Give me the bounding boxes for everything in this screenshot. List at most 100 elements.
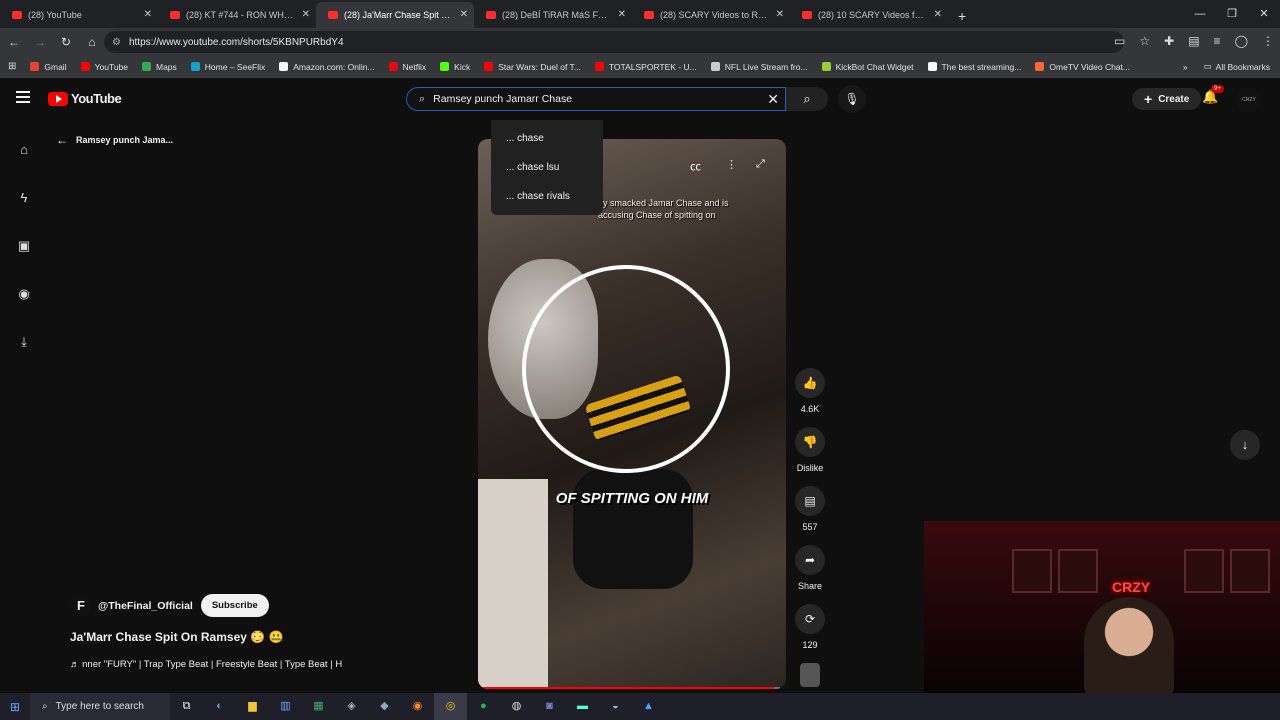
site-info-icon[interactable]: ⚙ <box>112 37 121 48</box>
app-icon[interactable]: ▥ <box>269 693 302 720</box>
browser-tab[interactable]: (28) SCARY Videos to RUIN You✕ <box>632 2 790 28</box>
steam-icon[interactable]: ◒ <box>599 693 632 720</box>
browser-tab[interactable]: (28) YouTube ✕ <box>0 2 158 28</box>
menu-kebab-icon[interactable]: ⋮ <box>1262 34 1274 48</box>
all-bookmarks[interactable]: » ▭ All Bookmarks <box>1183 61 1270 72</box>
media-control-icon[interactable]: ≡ <box>1214 34 1221 48</box>
video-progress-bar[interactable] <box>478 687 780 689</box>
browser-tab[interactable]: (28) 10 SCARY Videos for NO S✕ <box>790 2 948 28</box>
like-button[interactable]: 👍 4.6K <box>792 368 828 414</box>
close-tab-icon[interactable]: ✕ <box>460 9 468 20</box>
windows-start-icon[interactable]: ⊞ <box>0 700 30 714</box>
youtube-logo[interactable]: YouTube <box>48 91 122 106</box>
profile-icon[interactable]: ◯ <box>1235 34 1248 48</box>
app-icon[interactable]: ▬ <box>566 693 599 720</box>
bookmark-item[interactable]: The best streaming... <box>927 62 1021 72</box>
clear-search-icon[interactable]: ✕ <box>767 91 779 108</box>
search-button[interactable]: ⌕ <box>786 87 828 111</box>
task-view-icon[interactable]: ⧉ <box>170 693 203 720</box>
bookmark-item[interactable]: Home – SeeFlix <box>190 62 265 72</box>
taskbar-search[interactable]: ⌕ Type here to search <box>30 693 170 720</box>
short-video-player[interactable]: ay smacked Jamar Chase and is accusing C… <box>478 139 786 689</box>
bookmark-item[interactable]: Kick <box>440 62 470 72</box>
close-tab-icon[interactable]: ✕ <box>302 9 310 20</box>
you-icon[interactable]: ◉ <box>16 286 32 302</box>
folder-icon: ▭ <box>1203 61 1212 71</box>
subscriptions-icon[interactable]: ▣ <box>16 238 32 254</box>
minimize-icon[interactable]: — <box>1184 0 1216 28</box>
menu-icon[interactable] <box>16 91 30 106</box>
music-link[interactable]: ♬ nner "FURY" | Trap Type Beat | Freesty… <box>70 659 380 670</box>
sound-thumbnail[interactable] <box>792 663 828 687</box>
back-icon[interactable]: ← <box>2 35 26 49</box>
close-window-icon[interactable]: ✕ <box>1248 0 1280 28</box>
bookmark-star-icon[interactable]: ☆ <box>1139 34 1150 48</box>
bookmark-item[interactable]: Amazon.com: Onlin... <box>279 62 375 72</box>
suggestion-item[interactable]: ... chase <box>491 124 603 153</box>
obs-icon[interactable]: ◍ <box>500 693 533 720</box>
bookmark-item[interactable]: KickBot Chat Widget <box>821 62 914 72</box>
chrome-icon[interactable]: ◎ <box>434 693 467 720</box>
firefox-icon[interactable]: ◉ <box>401 693 434 720</box>
suggestion-item[interactable]: ... chase rivals <box>491 182 603 211</box>
apps-grid-icon[interactable]: ⊞ <box>8 61 16 72</box>
notifications-button[interactable]: 🔔 9+ <box>1202 85 1224 105</box>
bookmark-item[interactable]: Maps <box>142 62 177 72</box>
back-to-search[interactable]: ← Ramsey punch Jama... <box>56 133 173 147</box>
install-app-icon[interactable]: ▭ <box>1114 34 1125 48</box>
bookmark-item[interactable]: NFL Live Stream fro... <box>710 62 808 72</box>
browser-tab[interactable]: (28) KT #744 - RON WHITE - Yo✕ <box>158 2 316 28</box>
search-icon: ⌕ <box>419 92 426 105</box>
bookmark-item[interactable]: OmeTV Video Chat... <box>1035 62 1130 72</box>
avatar[interactable]: CRZY <box>1236 87 1262 113</box>
remix-button[interactable]: ⟳ 129 <box>792 604 828 650</box>
search-icon: ⌕ <box>42 701 48 712</box>
address-bar[interactable]: ⚙ https://www.youtube.com/shorts/5KBNPUR… <box>104 31 1124 53</box>
bookmark-item[interactable]: Gmail <box>30 62 67 72</box>
downloads-icon[interactable]: ⤓ <box>16 334 32 350</box>
bookmark-item[interactable]: YouTube <box>80 62 128 72</box>
browser-tab[interactable]: (28) DeBÍ TiRAR MáS FOToS | M✕ <box>474 2 632 28</box>
new-tab-button[interactable]: + <box>948 8 976 28</box>
bookmark-item[interactable]: TOTALSPORTEK - U... <box>594 62 697 72</box>
spotify-icon[interactable]: ● <box>467 693 500 720</box>
search-input[interactable]: ⌕ Ramsey punch Jamarr Chase ✕ <box>406 87 786 111</box>
comments-button[interactable]: ▤ 557 <box>792 486 828 532</box>
close-tab-icon[interactable]: ✕ <box>618 9 626 20</box>
file-explorer-icon[interactable]: ▆ <box>236 693 269 720</box>
create-button[interactable]: + Create <box>1132 88 1202 110</box>
channel-name[interactable]: @TheFinal_Official <box>98 600 193 612</box>
chevron-right-icon: » <box>1182 61 1188 72</box>
side-panel-icon[interactable]: ▤ <box>1188 34 1199 48</box>
close-tab-icon[interactable]: ✕ <box>776 9 784 20</box>
close-tab-icon[interactable]: ✕ <box>934 9 942 20</box>
excel-icon[interactable]: ▦ <box>302 693 335 720</box>
restore-icon[interactable]: ❐ <box>1216 0 1248 28</box>
forward-icon[interactable]: → <box>28 35 52 49</box>
home-icon[interactable]: ⌂ <box>80 35 104 49</box>
captions-icon[interactable]: ㏄ <box>690 158 701 174</box>
next-video-button[interactable]: ↓ <box>1230 430 1260 460</box>
shorts-icon[interactable]: ϟ <box>16 190 32 206</box>
fullscreen-icon[interactable]: ⤢ <box>756 158 765 171</box>
extensions-icon[interactable]: ✚ <box>1164 34 1174 48</box>
suggestion-item[interactable]: ... chase lsu <box>491 153 603 182</box>
home-icon[interactable]: ⌂ <box>16 142 32 158</box>
edge-icon[interactable]: ◐ <box>203 693 236 720</box>
voice-search-button[interactable]: 🎙 <box>838 85 866 113</box>
bookmark-item[interactable]: Star Wars: Duel of T... <box>484 62 581 72</box>
dislike-button[interactable]: 👎 Dislike <box>792 427 828 473</box>
app-icon[interactable]: ▲ <box>632 693 665 720</box>
close-tab-icon[interactable]: ✕ <box>144 9 152 20</box>
channel-avatar[interactable]: F <box>70 594 92 617</box>
bookmark-item[interactable]: Netflix <box>388 62 426 72</box>
share-button[interactable]: ➦ Share <box>792 545 828 591</box>
app-icon[interactable]: ◈ <box>335 693 368 720</box>
url-text: https://www.youtube.com/shorts/5KBNPURbd… <box>128 36 344 48</box>
subscribe-button[interactable]: Subscribe <box>200 594 269 617</box>
discord-icon[interactable]: ◙ <box>533 693 566 720</box>
more-options-icon[interactable]: ⋮ <box>726 158 737 171</box>
browser-tab-active[interactable]: (28) Ja'Marr Chase Spit On Ram✕ <box>316 2 474 28</box>
app-icon[interactable]: ◆ <box>368 693 401 720</box>
reload-icon[interactable]: ↻ <box>54 35 78 49</box>
